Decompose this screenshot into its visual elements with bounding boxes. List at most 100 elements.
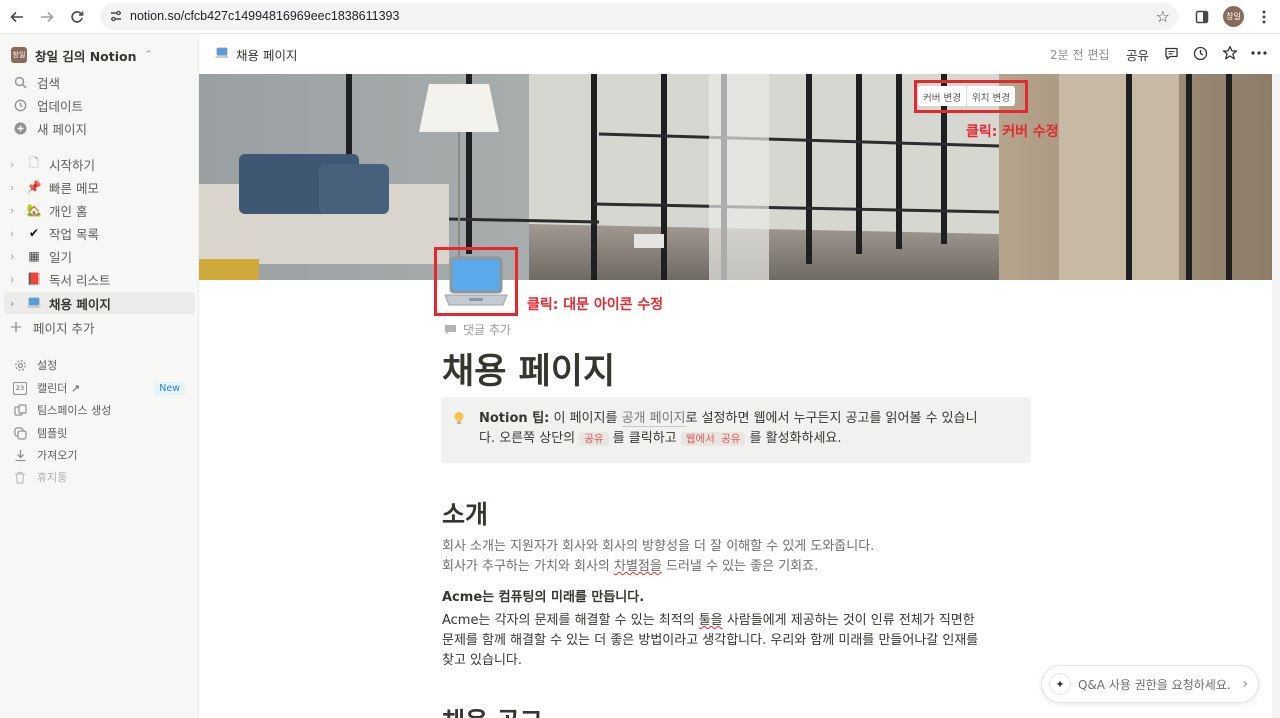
sidebar-item-settings[interactable]: 설정	[4, 354, 195, 376]
sidebar-item-search[interactable]: 검색	[4, 71, 195, 93]
new-badge: New	[154, 381, 185, 395]
sidebar-item-label: 개인 홈	[49, 203, 88, 219]
sidebar-item-label: 설정	[37, 359, 58, 372]
sidebar-item-label: 템플릿	[37, 427, 68, 440]
sidebar-add-page[interactable]: 페이지 추가	[4, 316, 195, 338]
breadcrumb[interactable]: 채용 페이지	[215, 45, 297, 64]
sidebar-item-label: 채용 페이지	[49, 296, 111, 312]
address-bar[interactable]: notion.so/cfcb427c14994816969eec18386113…	[100, 3, 1178, 30]
intro-heading[interactable]: 소개	[442, 495, 488, 531]
sidebar-item-label: 빠른 메모	[49, 180, 99, 196]
sidebar-item-label: 독서 리스트	[49, 272, 111, 288]
intro-line-2[interactable]: 회사가 추구하는 가치와 회사의 차별점을 드러낼 수 있는 좋은 기회죠.	[442, 557, 818, 577]
sidebar-item-create-teamspace[interactable]: 팀스페이스 생성	[4, 399, 195, 421]
trash-icon	[12, 469, 28, 485]
sidebar: 창일 창일 김의 Notion ⌃ 검색 업데이트 새 페이지 › 🗋 시작하기…	[0, 34, 199, 718]
laptop-icon	[215, 47, 229, 62]
laptop-icon	[444, 256, 508, 306]
sidebar-item-label: 시작하기	[49, 157, 96, 173]
sidebar-item-reading-list[interactable]: › 📕 독서 리스트	[4, 268, 195, 290]
chevron-right-icon[interactable]: ›	[10, 273, 20, 286]
bookmark-star-icon[interactable]: ☆	[1156, 7, 1170, 26]
sidebar-item-updates[interactable]: 업데이트	[4, 94, 195, 116]
browser-toolbar: notion.so/cfcb427c14994816969eec18386113…	[0, 0, 1280, 34]
profile-avatar[interactable]: 창일	[1223, 6, 1244, 27]
callout-text: Notion 팁: 이 페이지를 공개 페이지로 설정하면 웹에서 누구든지 공…	[479, 411, 978, 446]
sidebar-item-templates[interactable]: 템플릿	[4, 422, 195, 444]
sidebar-item-import[interactable]: 가져오기	[4, 444, 195, 466]
chevron-right-icon[interactable]: ›	[10, 204, 20, 217]
body-line-1[interactable]: Acme는 각자의 문제를 해결할 수 있는 최적의 툴을 사람들에게 제공하는…	[442, 611, 975, 631]
sidebar-item-label: 검색	[37, 75, 61, 91]
add-comment-button[interactable]: 댓글 추가	[444, 321, 511, 338]
page-scrollbar[interactable]	[1272, 74, 1280, 718]
sidebar-item-label: 작업 목록	[49, 226, 99, 242]
body-line-2[interactable]: 문제를 함께 해결할 수 있는 더 좋은 방법이라고 생각합니다. 우리와 함께…	[442, 631, 978, 651]
chevron-right-icon[interactable]: ›	[10, 250, 20, 263]
intro-line-1[interactable]: 회사 소개는 지원자가 회사와 회사의 방향성을 더 잘 이해할 수 있게 도와…	[442, 537, 874, 557]
workspace-switcher[interactable]: 창일 창일 김의 Notion ⌃	[11, 46, 152, 64]
breadcrumb-label: 채용 페이지	[236, 48, 298, 63]
sidebar-item-personal-home[interactable]: › 🏡 개인 홈	[4, 199, 195, 221]
red-book-icon: 📕	[26, 272, 42, 286]
sidebar-item-label: 새 페이지	[37, 121, 87, 137]
sidebar-item-new-page[interactable]: 새 페이지	[4, 117, 195, 139]
house-icon: 🏡	[26, 203, 42, 217]
job-postings-heading[interactable]: 채용 공고	[442, 702, 543, 718]
sidebar-item-journal[interactable]: › ▦ 일기	[4, 245, 195, 267]
page-title[interactable]: 채용 페이지	[442, 343, 615, 394]
notebook-icon: ▦	[28, 249, 40, 263]
last-edited-text: 2분 전 편집	[1050, 48, 1110, 62]
download-icon	[12, 447, 28, 463]
qa-request-button[interactable]: ✦ Q&A 사용 권한을 요청하세요. ›	[1041, 665, 1259, 703]
sidebar-item-trash[interactable]: 휴지통	[4, 466, 195, 488]
chevron-right-icon[interactable]: ›	[10, 227, 20, 240]
page-cover-image[interactable]: 커버 변경 위치 변경	[199, 74, 1280, 280]
browser-menu-icon[interactable]	[1253, 6, 1275, 28]
company-tagline[interactable]: Acme는 컴퓨팅의 미래를 만듭니다.	[442, 586, 644, 605]
tip-callout[interactable]: Notion 팁: 이 페이지를 공개 페이지로 설정하면 웹에서 누구든지 공…	[441, 397, 1031, 463]
sidebar-item-quick-note[interactable]: › 📌 빠른 메모	[4, 176, 195, 198]
chevron-right-icon[interactable]: ›	[10, 181, 20, 194]
lightbulb-icon	[453, 411, 465, 430]
body-line-3[interactable]: 찾고 있습니다.	[442, 651, 522, 671]
sidebar-item-task-list[interactable]: › ✔ 작업 목록	[4, 222, 195, 244]
back-arrow-icon[interactable]	[6, 6, 28, 28]
chevron-right-icon[interactable]: ›	[10, 158, 20, 171]
chevron-right-icon: ›	[1242, 676, 1248, 692]
add-comment-label: 댓글 추가	[463, 323, 511, 337]
comment-icon	[445, 324, 456, 334]
history-clock-icon[interactable]	[1191, 44, 1209, 62]
workspace-name: 창일 김의 Notion	[35, 48, 137, 64]
qa-label: Q&A 사용 권한을 요청하세요.	[1078, 677, 1231, 692]
public-page-link[interactable]: 공개 페이지	[621, 411, 686, 427]
comment-icon[interactable]	[1162, 44, 1180, 62]
sidebar-item-label: 휴지통	[37, 471, 68, 484]
chevron-right-icon[interactable]: ›	[10, 297, 20, 310]
plus-circle-icon	[12, 120, 28, 136]
forward-arrow-icon[interactable]	[36, 6, 58, 28]
chevron-updown-icon: ⌃	[144, 50, 153, 60]
sidebar-item-getting-started[interactable]: › 🗋 시작하기	[4, 153, 195, 175]
pushpin-icon: 📌	[26, 180, 42, 194]
calendar-icon: 23	[12, 380, 28, 396]
laptop-icon	[26, 295, 42, 311]
reload-icon[interactable]	[66, 6, 88, 28]
sidebar-item-label: 캘린더 ↗	[37, 382, 81, 395]
icon-annotation: 클릭: 대문 아이콘 수정	[527, 297, 664, 313]
share-button[interactable]: 공유	[1126, 45, 1149, 64]
clock-icon	[12, 97, 28, 113]
page-icon-laptop[interactable]	[441, 253, 511, 313]
sparkle-icon: ✦	[1049, 673, 1071, 695]
side-panel-icon[interactable]	[1191, 6, 1213, 28]
teamspace-icon	[12, 402, 28, 418]
site-settings-icon[interactable]	[108, 8, 124, 24]
favorite-star-icon[interactable]	[1221, 44, 1239, 62]
sidebar-item-label: 팀스페이스 생성	[37, 404, 112, 417]
cover-highlight-box	[914, 80, 1028, 113]
sidebar-item-calendar[interactable]: 23 캘린더 ↗ New	[4, 377, 195, 399]
sidebar-item-hiring-page[interactable]: › 채용 페이지	[4, 292, 195, 314]
more-options-icon[interactable]	[1250, 44, 1268, 62]
inline-code-share: 공유	[579, 432, 609, 446]
plus-icon	[8, 319, 24, 335]
